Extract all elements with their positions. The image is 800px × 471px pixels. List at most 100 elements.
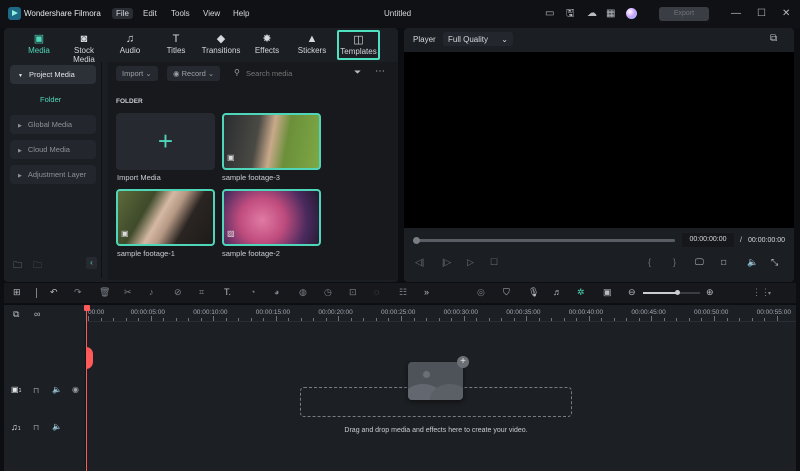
ruler-tick <box>513 318 515 321</box>
new-folder-icon[interactable]: 🗀 <box>13 258 22 274</box>
filter-icon[interactable]: ⏷ <box>354 67 361 78</box>
sidebar-folder[interactable]: Folder <box>40 95 61 104</box>
camera-icon[interactable]: ◘ <box>721 257 726 267</box>
media-thumb-sample-footage-1[interactable]: ▣ <box>116 189 215 246</box>
quality-select[interactable]: Full Quality ⌄ <box>443 32 513 46</box>
progress-handle[interactable] <box>413 237 420 244</box>
zoom-slider-handle[interactable] <box>675 290 680 295</box>
save-icon[interactable]: 🖫 <box>566 8 575 19</box>
zoom-out-icon[interactable]: ⊖ <box>628 287 636 298</box>
collapse-sidebar-button[interactable]: ‹ <box>86 257 97 269</box>
pip-icon[interactable]: ▣ <box>603 287 612 298</box>
cut-icon[interactable]: ✂ <box>124 287 132 298</box>
playback-progress-slider[interactable] <box>414 239 675 242</box>
ruler-tick <box>238 318 240 321</box>
ai-audio-icon[interactable]: ♬ <box>553 287 562 297</box>
tag-icon[interactable]: ⊘ <box>174 287 182 298</box>
eye-icon[interactable]: ◉ <box>72 385 79 394</box>
sidebar-item-adjustment-layer[interactable]: ▶ Adjustment Layer <box>10 165 96 184</box>
volume-icon[interactable]: 🔈 <box>747 257 758 268</box>
tab-media[interactable]: ▣ Media <box>17 32 61 59</box>
display-settings-icon[interactable]: 🖵 <box>695 257 704 268</box>
maximize-icon[interactable]: ☐ <box>757 8 766 19</box>
tab-transitions[interactable]: ◆ Transitions <box>199 32 243 59</box>
link-icon[interactable]: ∞ <box>34 309 40 319</box>
more-tools-icon[interactable]: » <box>424 287 429 297</box>
stop-icon[interactable]: ☐ <box>490 257 498 268</box>
menu-help[interactable]: Help <box>229 8 253 19</box>
color-icon[interactable]: ◕ <box>274 287 279 297</box>
playhead-marker[interactable] <box>86 347 93 369</box>
more-icon[interactable]: ⋯ <box>375 66 385 77</box>
speed-icon[interactable]: ◔ <box>250 287 255 297</box>
apps-grid-icon[interactable]: ▦ <box>606 8 615 19</box>
fullscreen-icon[interactable]: ⤡ <box>771 257 778 268</box>
menu-tools[interactable]: Tools <box>167 8 194 19</box>
tab-stickers[interactable]: ▲ Stickers <box>290 32 334 59</box>
snapshot-view-icon[interactable]: ⧉ <box>770 33 777 44</box>
redo-icon[interactable]: ↷ <box>74 287 82 298</box>
lock-icon[interactable]: ⊓ <box>33 423 39 432</box>
avatar[interactable] <box>626 8 637 19</box>
cloud-upload-icon[interactable]: ☁ <box>587 8 597 19</box>
export-button[interactable]: Export <box>659 7 709 21</box>
next-frame-icon[interactable]: |▷ <box>442 257 451 268</box>
media-thumb-sample-footage-2[interactable]: ▨ <box>222 189 321 246</box>
mark-in-icon[interactable]: { <box>648 257 651 267</box>
mark-out-icon[interactable]: } <box>673 257 676 267</box>
mute-icon[interactable]: 🔈 <box>52 422 62 431</box>
media-label: sample footage-3 <box>222 173 280 182</box>
menu-file[interactable]: File <box>112 8 133 19</box>
record-button[interactable]: ◉ Record ⌄ <box>167 66 221 81</box>
tab-audio[interactable]: ♫ Audio <box>108 32 152 59</box>
playhead-handle[interactable] <box>84 305 90 311</box>
stabilize-icon[interactable]: ◌ <box>374 287 379 297</box>
menu-view[interactable]: View <box>199 8 224 19</box>
layout-icon[interactable]: ▭ <box>545 8 554 19</box>
ai-tool-icon[interactable]: ✲ <box>577 287 585 298</box>
sidebar-item-cloud-media[interactable]: ▶ Cloud Media <box>10 140 96 159</box>
stock-media-icon: ◙ <box>80 33 88 45</box>
render-icon[interactable]: ◎ <box>477 287 485 298</box>
crop-icon[interactable]: ⌗ <box>199 287 204 298</box>
ruler-tick <box>426 318 428 321</box>
add-track-icon[interactable]: ⧉ <box>13 309 19 320</box>
audio-split-icon[interactable]: ♪ <box>149 287 154 297</box>
sidebar-item-global-media[interactable]: ▶ Global Media <box>10 115 96 134</box>
freeze-frame-icon[interactable]: ⊡ <box>349 287 357 298</box>
search-input[interactable] <box>246 67 336 80</box>
play-icon[interactable]: ▷ <box>467 257 474 268</box>
ruler-tick <box>388 318 390 321</box>
delete-icon[interactable]: 🗑 <box>99 287 110 298</box>
close-icon[interactable]: ✕ <box>782 8 790 19</box>
tab-titles[interactable]: T Titles <box>154 32 198 59</box>
marker-icon[interactable]: ⛉ <box>503 287 510 298</box>
previous-frame-icon[interactable]: ◁| <box>415 257 424 268</box>
timer-icon[interactable]: ◷ <box>324 287 332 298</box>
tab-stock-media[interactable]: ◙ Stock Media <box>62 32 106 64</box>
import-button[interactable]: Import ⌄ <box>116 66 158 81</box>
undo-icon[interactable]: ↶ <box>50 287 58 298</box>
filmora-logo <box>8 7 21 20</box>
layout-grid-icon[interactable]: ⊞ <box>13 287 21 298</box>
mask-icon[interactable]: ◍ <box>299 287 307 298</box>
ruler-tick <box>463 316 465 321</box>
folder-icon[interactable]: 🗀 <box>33 258 42 274</box>
tab-effects[interactable]: ✸ Effects <box>245 32 289 59</box>
sidebar-item-project-media[interactable]: ▼ Project Media <box>10 65 96 84</box>
tab-templates[interactable]: ◫ Templates <box>337 30 380 60</box>
microphone-icon[interactable]: 🎙 <box>528 287 539 298</box>
menu-edit[interactable]: Edit <box>139 8 161 19</box>
chevron-down-icon[interactable]: ▾ <box>768 290 771 297</box>
text-icon[interactable]: T. <box>224 287 231 297</box>
import-media-tile[interactable]: + <box>116 113 215 170</box>
adjust-icon[interactable]: ☷ <box>399 287 407 298</box>
media-thumb-sample-footage-3[interactable]: ▣ <box>222 113 321 170</box>
timeline-zoom-slider[interactable] <box>643 292 700 294</box>
mute-icon[interactable]: 🔈 <box>52 385 62 394</box>
minimize-icon[interactable]: — <box>731 8 741 19</box>
zoom-in-icon[interactable]: ⊕ <box>706 287 714 298</box>
lock-icon[interactable]: ⊓ <box>33 386 39 395</box>
ruler-label: 00:00:20:00 <box>318 309 353 316</box>
playhead[interactable] <box>86 305 87 471</box>
